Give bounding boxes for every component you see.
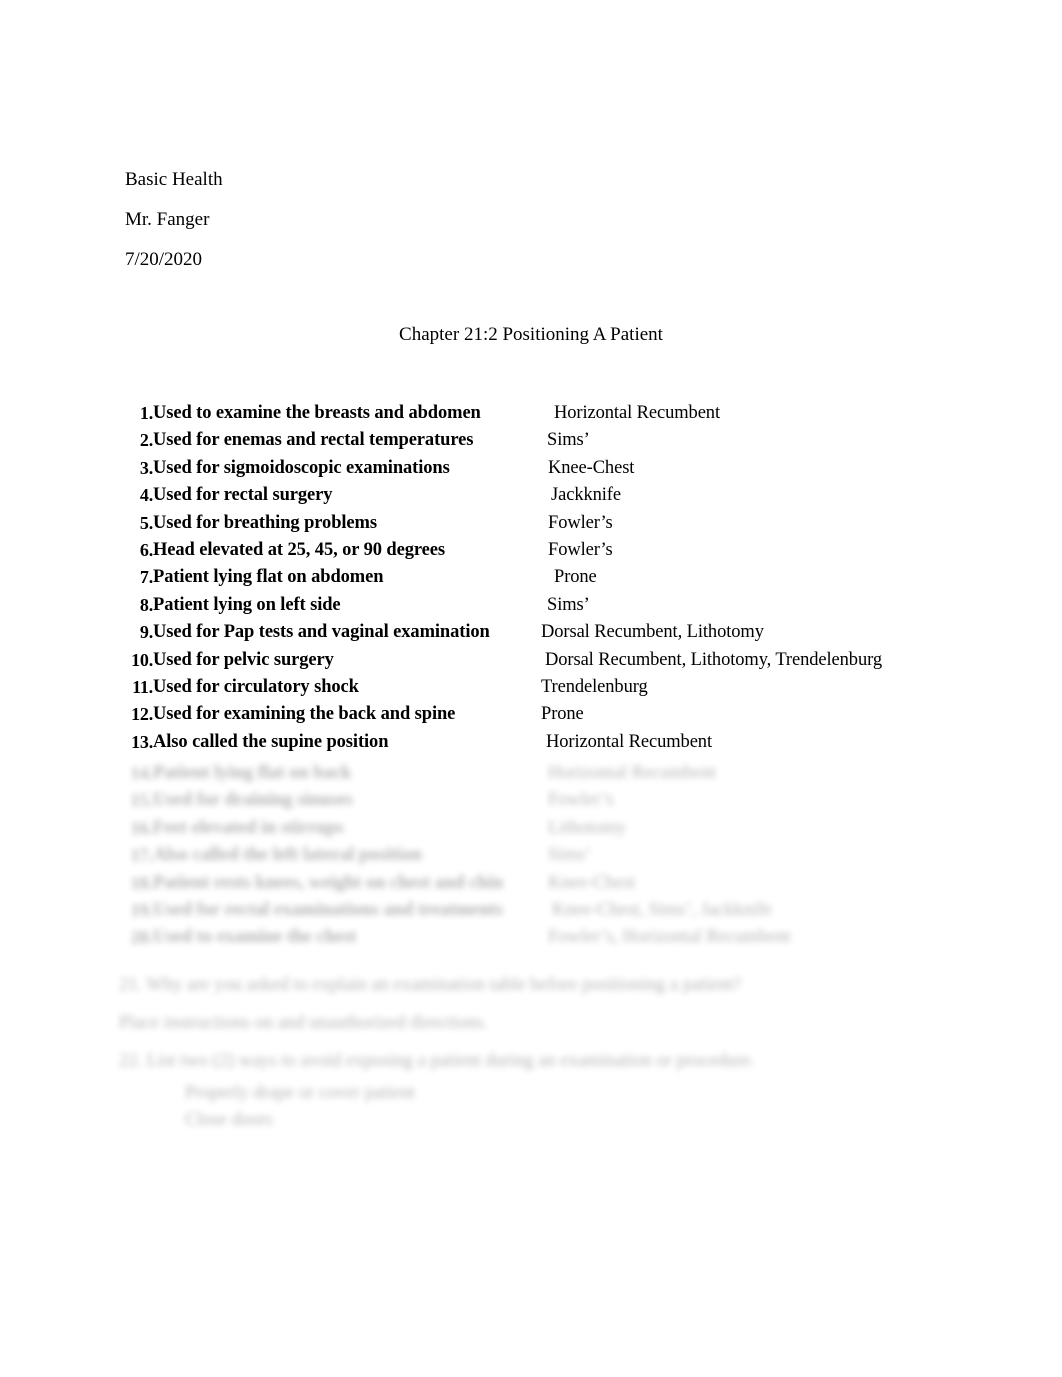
faded-qa-row: 15. Used for draining sinuses Fowler’s bbox=[119, 787, 1039, 814]
faded-sub-line: Properly drape or cover patient bbox=[185, 1082, 416, 1103]
document-page: Basic Health Mr. Fanger 7/20/2020 Chapte… bbox=[0, 0, 1062, 1377]
qa-item-number: 13. bbox=[131, 731, 153, 752]
qa-item-question: Used for Pap tests and vaginal examinati… bbox=[153, 622, 490, 643]
qa-item-number: 5. bbox=[139, 512, 153, 533]
qa-item-answer: Fowler’s bbox=[548, 512, 613, 533]
qa-item-question: Patient lying flat on abdomen bbox=[153, 567, 384, 588]
faded-qa-row: 14. Patient lying flat on back Horizontal … bbox=[119, 760, 1039, 787]
qa-row: 6. Head elevated at 25, 45, or 90 degrees… bbox=[119, 537, 1019, 564]
faded-item-number: 19. bbox=[130, 899, 154, 920]
qa-row: 5. Used for breathing problems Fowler’s bbox=[119, 510, 1019, 537]
header-line-teacher: Mr. Fanger bbox=[125, 209, 210, 230]
qa-item-answer: Fowler’s bbox=[548, 539, 613, 560]
qa-item-question: Used for examining the back and spine bbox=[153, 704, 456, 725]
faded-item-question: Used to examine the chest bbox=[153, 927, 357, 948]
faded-spacer bbox=[119, 952, 1039, 966]
faded-item-answer: Fowler’s, Horizontal Recumbent bbox=[548, 927, 791, 948]
qa-item-number: 2. bbox=[139, 430, 153, 451]
faded-sub-lines: Properly drape or cover patient Close doo… bbox=[119, 1080, 1039, 1134]
faded-tail-section: 14. Patient lying flat on back Horizontal … bbox=[119, 760, 1039, 1134]
qa-item-answer: Dorsal Recumbent, Lithotomy bbox=[541, 622, 764, 643]
qa-item-number: 8. bbox=[139, 594, 153, 615]
faded-item-number: 17. bbox=[130, 845, 154, 866]
qa-item-answer: Dorsal Recumbent, Lithotomy, Trendelenbu… bbox=[545, 649, 882, 670]
faded-item-question: Patient rests knees, weight on chest and… bbox=[153, 872, 504, 893]
faded-paragraph: 22. List two (2) ways to avoid exposing … bbox=[119, 1050, 756, 1071]
header-line-course: Basic Health bbox=[125, 169, 223, 190]
document-header: Basic Health Mr. Fanger 7/20/2020 bbox=[125, 160, 725, 280]
qa-item-answer: Sims’ bbox=[547, 430, 590, 451]
qa-row: 13. Also called the supine position Horizo… bbox=[119, 729, 1019, 756]
faded-item-answer: Fowler’s bbox=[548, 790, 614, 811]
faded-item-answer: Knee-Chest bbox=[548, 872, 636, 893]
qa-row: 4. Used for rectal surgery Jackknife bbox=[119, 482, 1019, 509]
qa-item-question: Used for enemas and rectal temperatures bbox=[153, 430, 474, 451]
faded-paragraphs: 21. Why are you asked to explain an exam… bbox=[119, 966, 1039, 1080]
faded-item-number: 16. bbox=[130, 817, 154, 838]
qa-row: 10. Used for pelvic surgery Dorsal Recumbe… bbox=[119, 647, 1019, 674]
qa-item-question: Used for rectal surgery bbox=[153, 485, 333, 506]
qa-row: 11. Used for circulatory shock Trendelenbu… bbox=[119, 674, 1019, 701]
qa-row: 8. Patient lying on left side Sims’ bbox=[119, 592, 1019, 619]
faded-item-number: 18. bbox=[130, 872, 154, 893]
qa-item-answer: Knee-Chest bbox=[548, 457, 635, 478]
faded-item-question: Patient lying flat on back bbox=[153, 763, 352, 783]
faded-item-answer: Sims’ bbox=[548, 845, 592, 866]
faded-paragraph: Place instructions on and unauthorized d… bbox=[119, 1012, 488, 1033]
qa-item-number: 7. bbox=[139, 567, 153, 588]
qa-item-answer: Horizontal Recumbent bbox=[554, 403, 720, 423]
qa-item-question: Used for pelvic surgery bbox=[153, 649, 334, 670]
faded-qa-row: 16. Feet elevated in stirrups Lithotomy bbox=[119, 815, 1039, 842]
qa-list: 1. Used to examine the breasts and abdome… bbox=[119, 400, 1019, 756]
qa-item-answer: Sims’ bbox=[547, 594, 590, 615]
qa-row: 12. Used for examining the back and spine… bbox=[119, 701, 1019, 728]
faded-sub-line: Close doors bbox=[185, 1109, 273, 1130]
qa-item-answer: Prone bbox=[541, 704, 584, 725]
qa-item-answer: Prone bbox=[554, 567, 597, 588]
faded-qa-row: 17. Also called the left lateral position… bbox=[119, 842, 1039, 869]
faded-item-number: 14. bbox=[130, 763, 154, 783]
qa-item-question: Used for breathing problems bbox=[153, 512, 377, 533]
faded-paragraph: 21. Why are you asked to explain an exam… bbox=[119, 974, 742, 995]
faded-qa-row: 19. Used for rectal examinations and trea… bbox=[119, 897, 1039, 924]
faded-qa-row: 20. Used to examine the chest Fowler’s, Ho… bbox=[119, 924, 1039, 951]
faded-item-question: Also called the left lateral position bbox=[153, 845, 422, 866]
qa-item-answer: Horizontal Recumbent bbox=[546, 731, 712, 752]
faded-item-answer: Knee-Chest, Sims’, Jackknife bbox=[552, 899, 772, 920]
qa-item-number: 1. bbox=[139, 403, 153, 423]
qa-row: 2. Used for enemas and rectal temperature… bbox=[119, 427, 1019, 454]
qa-item-number: 4. bbox=[139, 485, 153, 506]
page-title: Chapter 21:2 Positioning A Patient bbox=[399, 324, 663, 345]
qa-item-question: Also called the supine position bbox=[153, 731, 389, 752]
qa-row: 1. Used to examine the breasts and abdome… bbox=[119, 400, 1019, 427]
qa-row: 3. Used for sigmoidoscopic examinations Kn… bbox=[119, 455, 1019, 482]
qa-item-number: 9. bbox=[139, 622, 153, 643]
qa-item-number: 3. bbox=[139, 457, 153, 478]
qa-item-number: 6. bbox=[139, 539, 153, 560]
qa-item-number: 11. bbox=[132, 676, 153, 697]
qa-item-number: 10. bbox=[131, 649, 153, 670]
faded-item-answer: Horizontal Recumbent bbox=[548, 763, 716, 783]
qa-item-answer: Jackknife bbox=[551, 485, 621, 506]
qa-row: 7. Patient lying flat on abdomen Prone bbox=[119, 564, 1019, 591]
qa-item-question: Used for sigmoidoscopic examinations bbox=[153, 457, 450, 478]
qa-item-question: Used to examine the breasts and abdomen bbox=[153, 403, 481, 423]
faded-item-answer: Lithotomy bbox=[548, 817, 627, 838]
qa-item-number: 12. bbox=[131, 704, 153, 725]
qa-item-question: Head elevated at 25, 45, or 90 degrees bbox=[153, 539, 445, 560]
faded-item-question: Feet elevated in stirrups bbox=[153, 817, 344, 838]
faded-item-question: Used for rectal examinations and treatme… bbox=[153, 899, 503, 920]
faded-item-number: 20. bbox=[130, 927, 154, 948]
faded-item-question: Used for draining sinuses bbox=[153, 790, 353, 811]
faded-item-number: 15. bbox=[130, 790, 154, 811]
qa-item-answer: Trendelenburg bbox=[541, 676, 648, 697]
qa-row: 9. Used for Pap tests and vaginal examina… bbox=[119, 619, 1019, 646]
header-line-date: 7/20/2020 bbox=[125, 249, 203, 270]
faded-rows: 14. Patient lying flat on back Horizontal … bbox=[119, 760, 1039, 952]
qa-item-question: Used for circulatory shock bbox=[153, 676, 359, 697]
qa-item-question: Patient lying on left side bbox=[153, 594, 341, 615]
faded-qa-row: 18. Patient rests knees, weight on chest … bbox=[119, 870, 1039, 897]
